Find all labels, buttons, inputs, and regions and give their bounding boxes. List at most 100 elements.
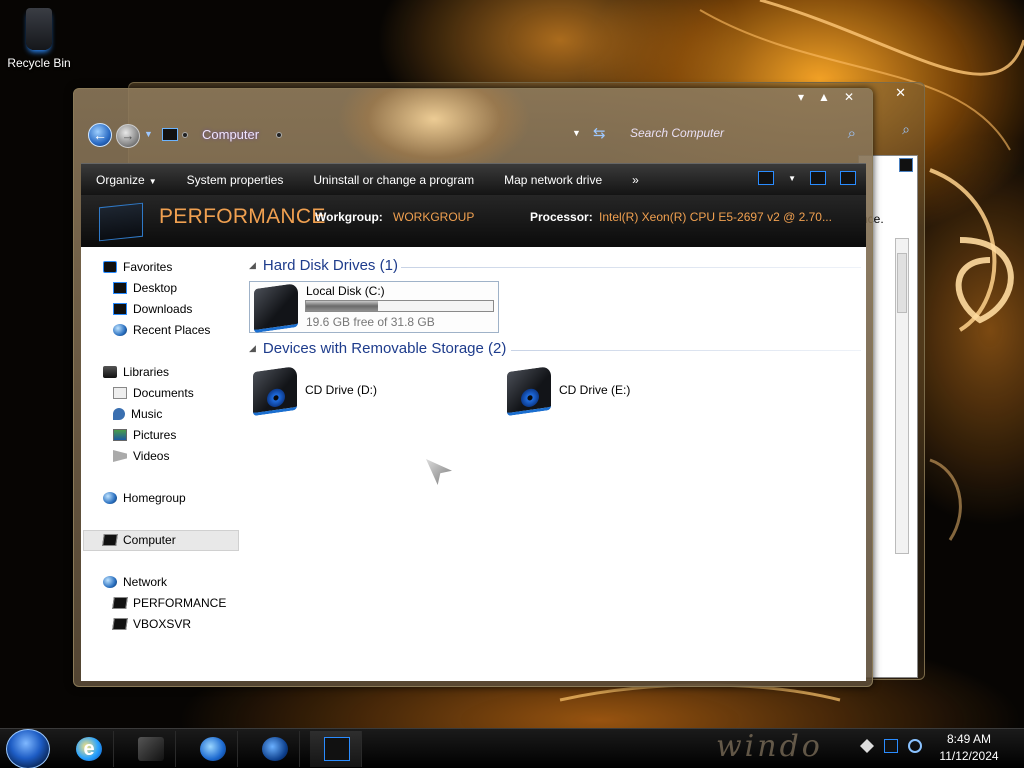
network-computer-icon (112, 618, 128, 630)
system-tray (860, 739, 922, 753)
documents-icon (113, 387, 127, 399)
clock[interactable]: 8:49 AM 11/12/2024 (936, 731, 1002, 765)
uninstall-program-button[interactable]: Uninstall or change a program (298, 173, 489, 187)
computer-icon (162, 128, 178, 141)
drive-usage-bar (305, 300, 494, 312)
back-button[interactable]: ← (88, 123, 112, 147)
workgroup-label: Workgroup: (315, 210, 383, 224)
group-divider (401, 267, 861, 268)
system-properties-button[interactable]: System properties (172, 173, 299, 187)
network-icon (103, 576, 117, 588)
nav-label: Favorites (123, 260, 173, 274)
tray-network-icon[interactable] (884, 739, 898, 753)
forward-button[interactable]: → (116, 124, 140, 148)
refresh-icon[interactable]: ⇆ (593, 124, 606, 142)
taskbar-internet-explorer[interactable]: e (62, 731, 114, 767)
network-computer-icon (112, 597, 128, 609)
tray-volume-icon[interactable] (908, 739, 922, 753)
group-title: Hard Disk Drives (1) (262, 257, 398, 274)
taskbar-media-player[interactable] (186, 731, 238, 767)
preview-pane-icon[interactable] (810, 171, 826, 185)
minimize-button[interactable]: ▾ (798, 90, 804, 104)
nav-item-network-vboxsvr[interactable]: VBOXSVR (112, 615, 192, 633)
nav-item-recent-places[interactable]: Recent Places (113, 321, 210, 339)
recycle-bin-desktop-icon[interactable]: Recycle Bin (6, 8, 72, 70)
nav-item-homegroup[interactable]: Homegroup (103, 489, 186, 507)
close-button[interactable]: ✕ (844, 90, 854, 104)
cd-drive-icon (253, 365, 297, 417)
group-header-hard-disk-drives[interactable]: ◢ Hard Disk Drives (1) (249, 257, 398, 274)
recent-places-icon (113, 324, 127, 336)
taskbar-explorer[interactable] (124, 731, 176, 767)
address-bar-row: ← → ▼ Computer ▼ ⇆ Search Computer ⌕ (86, 123, 862, 148)
workgroup-value: WORKGROUP (393, 210, 475, 224)
address-dropdown-icon[interactable]: ▼ (572, 128, 581, 138)
group-header-removable-storage[interactable]: ◢ Devices with Removable Storage (2) (249, 340, 506, 357)
nav-item-network[interactable]: Network (103, 573, 167, 591)
change-view-icon[interactable] (758, 171, 775, 185)
back-window-search-icon[interactable]: ⌕ (902, 121, 910, 138)
nav-item-pictures[interactable]: Pictures (113, 426, 176, 444)
music-icon (113, 408, 125, 420)
nav-item-network-performance[interactable]: PERFORMANCE (112, 594, 226, 612)
group-title: Devices with Removable Storage (2) (262, 340, 507, 357)
nav-item-music[interactable]: Music (113, 405, 162, 423)
drive-item-cd-drive-e[interactable]: CD Drive (E:) (503, 365, 703, 417)
taskbar-network[interactable] (248, 731, 300, 767)
nav-label: VBOXSVR (133, 617, 192, 631)
nav-label: Videos (133, 449, 170, 463)
nav-item-favorites[interactable]: Favorites (103, 258, 172, 276)
more-commands-button[interactable]: » (617, 173, 654, 187)
homegroup-icon (103, 492, 117, 504)
nav-label: Recent Places (133, 323, 211, 337)
recent-pages-dropdown-icon[interactable]: ▼ (144, 129, 153, 139)
drive-item-local-disk-c[interactable]: Local Disk (C:) 19.6 GB free of 31.8 GB (249, 281, 499, 334)
nav-label: Downloads (133, 302, 193, 316)
details-pane: PERFORMANCE Workgroup: WORKGROUP Process… (81, 195, 866, 247)
drive-name: Local Disk (C:) (306, 284, 385, 298)
folder-icon (138, 737, 164, 761)
breadcrumb-separator-icon[interactable] (182, 132, 188, 138)
tray-action-center-icon[interactable] (860, 739, 874, 753)
view-options-chevron-icon[interactable]: ▼ (788, 174, 796, 183)
collapse-group-icon[interactable]: ◢ (249, 260, 256, 271)
pictures-icon (113, 429, 127, 441)
collapse-group-icon[interactable]: ◢ (249, 343, 256, 354)
nav-item-downloads[interactable]: Downloads (113, 300, 192, 318)
globe-icon (262, 737, 288, 761)
back-window-close-button[interactable]: ✕ (895, 85, 906, 101)
file-list: ◢ Hard Disk Drives (1) Local Disk (C:) 1… (241, 247, 866, 681)
back-window-help-icon[interactable] (899, 158, 913, 172)
back-window-scrollbar[interactable] (895, 238, 909, 554)
caption-buttons: ▾ ▲ ✕ (798, 90, 854, 104)
nav-item-documents[interactable]: Documents (113, 384, 194, 402)
help-icon[interactable] (840, 171, 856, 185)
maximize-button[interactable]: ▲ (818, 90, 830, 104)
nav-item-computer[interactable]: Computer (102, 531, 176, 549)
back-window-scroll-thumb[interactable] (897, 253, 907, 313)
computer-nav-icon (102, 534, 118, 546)
nav-item-libraries[interactable]: Libraries (103, 363, 169, 381)
clock-time: 8:49 AM (946, 732, 992, 746)
computer-icon (324, 737, 350, 761)
content-area: Favorites Desktop Downloads Recent Place… (81, 247, 866, 681)
taskbar: e windo 8:49 AM 11/12/2024 (0, 728, 1024, 768)
recycle-bin-icon (26, 8, 52, 50)
nav-item-desktop[interactable]: Desktop (113, 279, 177, 297)
search-icon[interactable]: ⌕ (848, 125, 856, 142)
explorer-window[interactable]: ▾ ▲ ✕ ← → ▼ Computer ▼ ⇆ Search Computer… (73, 88, 873, 687)
nav-label: Computer (123, 533, 176, 547)
drive-item-cd-drive-d[interactable]: CD Drive (D:) (249, 365, 449, 417)
cd-drive-icon (507, 365, 551, 417)
address-breadcrumb[interactable]: Computer (202, 127, 259, 142)
breadcrumb-separator-icon[interactable] (276, 132, 282, 138)
command-bar: Organize ▼ System properties Uninstall or… (81, 163, 866, 195)
downloads-icon (113, 303, 127, 315)
organize-button[interactable]: Organize ▼ (81, 173, 172, 187)
map-network-drive-button[interactable]: Map network drive (489, 173, 617, 187)
nav-item-videos[interactable]: Videos (113, 447, 169, 465)
start-button[interactable] (6, 729, 50, 768)
taskbar-computer-window[interactable] (310, 731, 362, 767)
search-input[interactable]: Search Computer (626, 126, 786, 144)
processor-label: Processor: (530, 210, 593, 224)
